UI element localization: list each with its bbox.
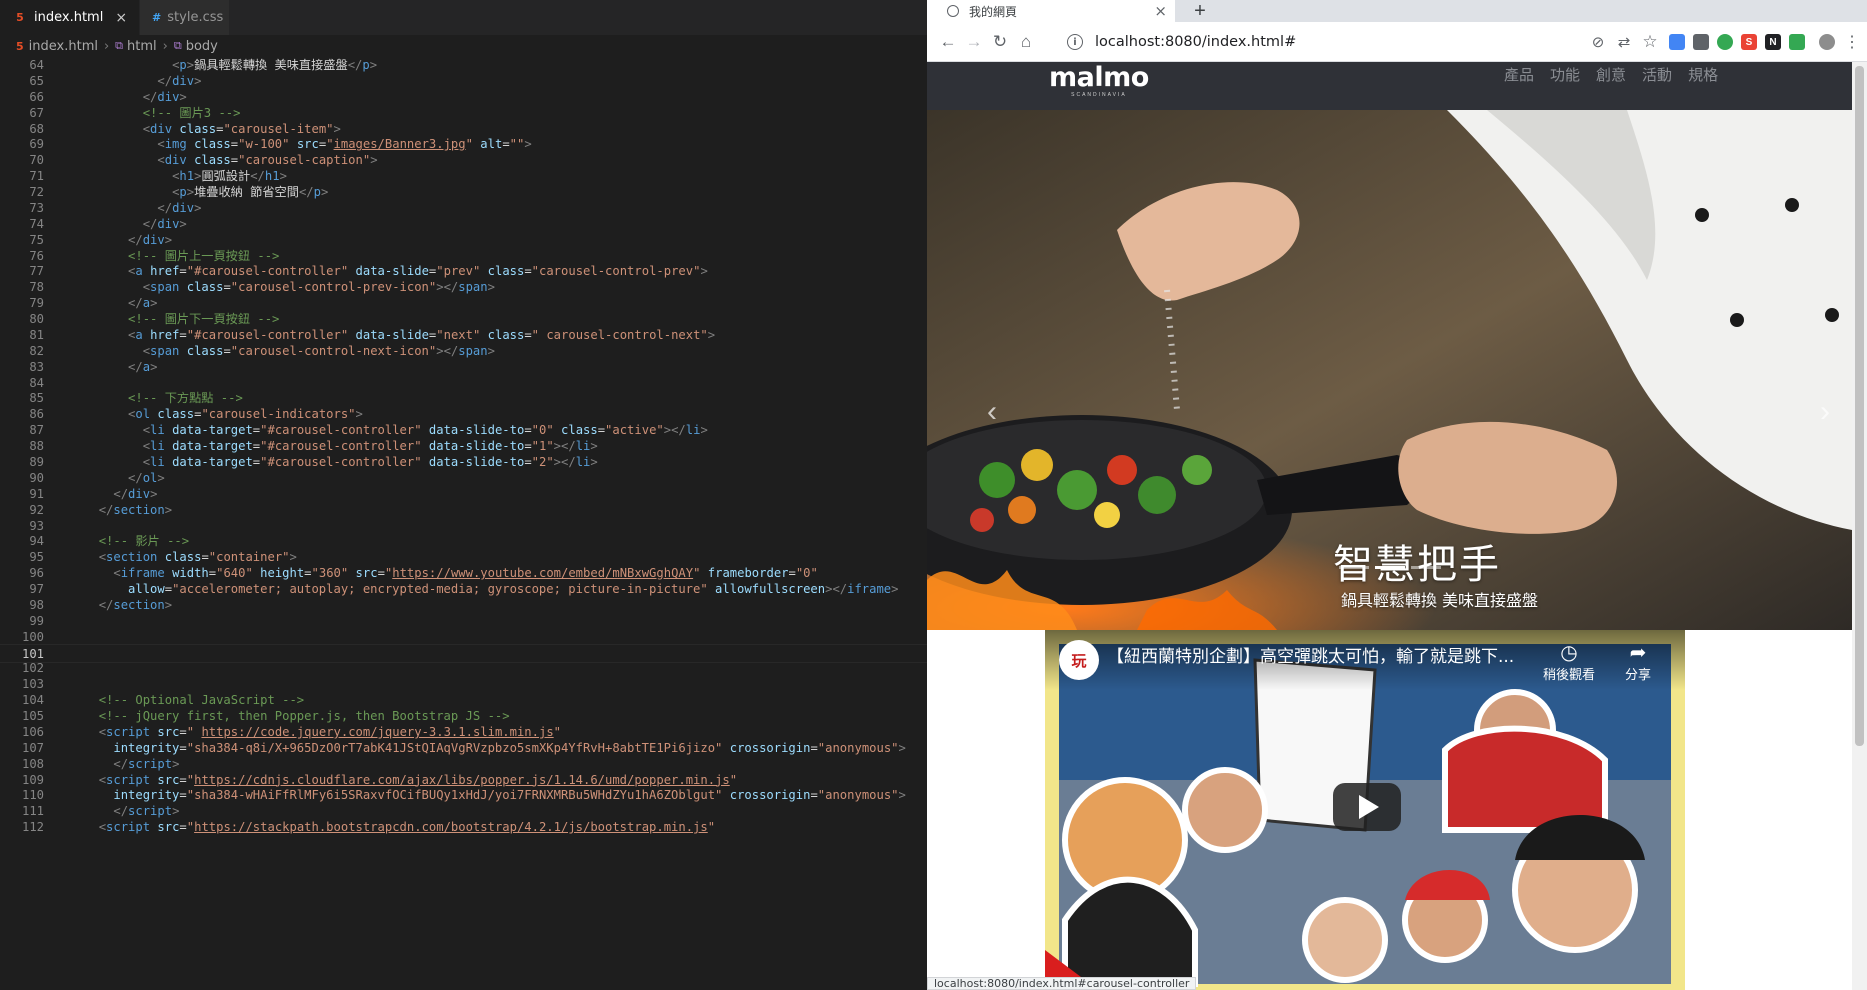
menu-item-events[interactable]: 活動 [1642,64,1672,85]
share-button[interactable]: ➦ 分享 [1625,640,1651,683]
carousel-caption: 智慧把手 鍋具輕鬆轉換 美味直接盛盤 [927,540,1852,612]
extension-icon[interactable]: S [1741,34,1757,50]
watch-later-label: 稍後觀看 [1543,668,1596,683]
site-logo[interactable]: malmo SCANDINAVIA [1049,62,1149,99]
extension-icon[interactable] [1789,34,1805,50]
channel-avatar[interactable]: 玩 [1059,640,1099,680]
avatar[interactable] [1819,34,1835,50]
translate-icon[interactable]: ⇄ [1613,31,1635,53]
menu-item-creative[interactable]: 創意 [1596,64,1626,85]
chevron-right-icon: › [103,38,110,54]
browser-window: 我的網頁 × + ← → ↻ ⌂ i localhost:8080/index.… [927,0,1867,990]
url-text: localhost:8080/index.html# [1095,34,1297,50]
more-menu-icon[interactable]: ⋮ [1841,31,1863,53]
menu-item-specs[interactable]: 規格 [1688,64,1718,85]
editor-tab-bar: 5 index.html × # style.css [0,0,927,35]
status-bar: localhost:8080/index.html#carousel-contr… [927,977,1197,990]
browser-toolbar: ← → ↻ ⌂ i localhost:8080/index.html# ⊘ ⇄… [927,22,1867,62]
site-menu: 產品 功能 創意 活動 規格 [1504,64,1718,85]
carousel-indicators [1339,566,1441,569]
carousel-indicator[interactable] [1375,566,1405,569]
blocked-icon[interactable]: ⊘ [1587,31,1609,53]
extension-icon[interactable] [1669,34,1685,50]
code-line[interactable]: 112 <script src="https://stackpath.boots… [0,818,927,837]
extension-icon[interactable] [1693,34,1709,50]
share-label: 分享 [1625,668,1652,683]
line-number: 112 [21,820,44,835]
carousel-prev-button[interactable]: ‹ [972,392,1012,432]
breadcrumb-item[interactable]: html [127,39,157,54]
caption-text: 鍋具輕鬆轉換 美味直接盛盤 [1340,591,1539,610]
site-navbar: malmo SCANDINAVIA 產品 功能 創意 活動 規格 [927,62,1852,110]
video-title[interactable]: 【紐西蘭特別企劃】高空彈跳太可怕，輸了就是跳下... [1107,642,1577,667]
code-area[interactable]: 64 <p>鍋具輕鬆轉換 美味直接盛盤</p> 65 </div> 66 </div… [0,56,927,990]
watch-later-button[interactable]: ◷ 稍後觀看 [1543,640,1595,683]
breadcrumb: 5 index.html › ⧉ html › ⧉ body [0,35,927,57]
menu-item-features[interactable]: 功能 [1550,64,1580,85]
reload-icon[interactable]: ↻ [989,31,1011,53]
html-file-icon: 5 [16,11,24,24]
star-icon[interactable]: ☆ [1639,31,1661,53]
element-icon: ⧉ [173,39,182,52]
play-button[interactable] [1333,783,1401,831]
close-icon[interactable]: × [1154,2,1167,20]
carousel: ‹ › 智慧把手 鍋具輕鬆轉換 美味直接盛盤 [927,110,1852,630]
code-text: <script src="https://stackpath.bootstrap… [98,820,716,835]
video-embed[interactable]: 玩 【紐西蘭特別企劃】高空彈跳太可怕，輸了就是跳下... ◷ 稍後觀看 ➦ 分享 [1045,630,1685,990]
globe-icon [947,5,959,17]
home-icon[interactable]: ⌂ [1015,31,1037,53]
close-icon[interactable]: × [115,10,127,26]
breadcrumb-item[interactable]: body [186,39,218,54]
breadcrumb-item[interactable]: index.html [29,39,98,54]
forward-arrow-icon[interactable]: → [963,31,985,53]
page-viewport: malmo SCANDINAVIA 產品 功能 創意 活動 規格 ‹ › 智慧把… [927,62,1867,990]
browser-tab-strip: 我的網頁 × + [927,0,1867,22]
carousel-indicator[interactable] [1411,566,1441,569]
logo-text: malmo [1049,62,1149,93]
scrollbar-thumb[interactable] [1855,66,1864,746]
element-icon: ⧉ [115,39,124,52]
tab-label: index.html [34,10,104,25]
tab-label: style.css [167,10,224,25]
chevron-right-icon: › [162,38,168,54]
browser-tab-title: 我的網頁 [969,4,1018,19]
menu-item-products[interactable]: 產品 [1504,64,1534,85]
notion-icon[interactable]: N [1765,34,1781,50]
back-arrow-icon[interactable]: ← [937,31,959,53]
tab-style-css[interactable]: # style.css [140,0,231,35]
carousel-indicator[interactable] [1339,566,1369,569]
new-tab-button[interactable]: + [1189,0,1211,22]
play-icon [1359,795,1379,819]
tab-index-html[interactable]: 5 index.html × [0,0,141,35]
code-editor: 5 index.html × # style.css 5 index.html … [0,0,927,990]
browser-tab[interactable]: 我的網頁 × [927,0,1175,22]
caption-title: 智慧把手 [1333,542,1501,588]
info-icon[interactable]: i [1067,34,1083,50]
share-icon: ➦ [1629,640,1647,664]
carousel-next-button[interactable]: › [1805,392,1845,432]
clock-icon: ◷ [1560,640,1578,664]
page-scrollbar[interactable] [1852,62,1867,990]
evernote-icon[interactable] [1717,34,1733,50]
css-file-icon: # [152,11,162,24]
html-file-icon: 5 [16,39,24,53]
